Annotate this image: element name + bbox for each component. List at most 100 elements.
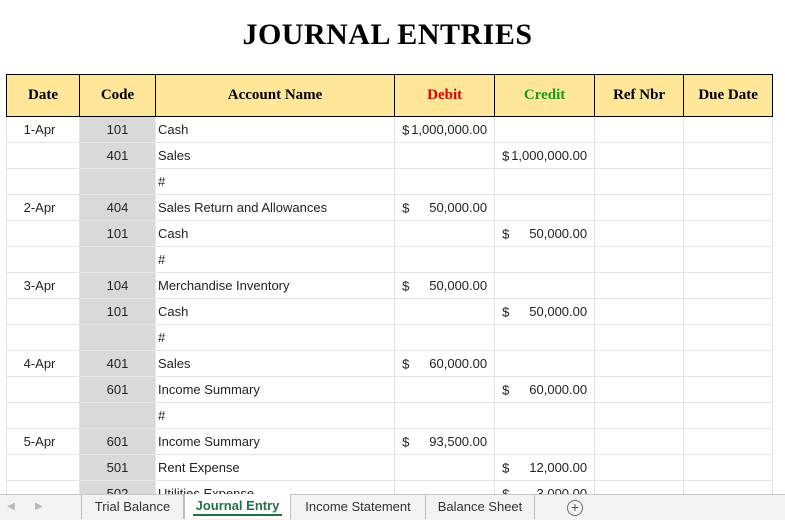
cell-due-date[interactable] xyxy=(683,376,774,403)
cell-date[interactable] xyxy=(6,454,80,481)
cell-credit[interactable] xyxy=(494,402,596,429)
cell-debit[interactable]: $1,000,000.00 xyxy=(394,116,496,143)
cell-account-name-overflow[interactable] xyxy=(330,480,396,494)
cell-code[interactable]: 601 xyxy=(79,376,156,403)
header-ref-nbr[interactable]: Ref Nbr xyxy=(594,74,685,117)
header-due-date[interactable]: Due Date xyxy=(683,74,774,117)
cell-due-date[interactable] xyxy=(683,272,774,299)
cell-code[interactable] xyxy=(79,324,156,351)
cell-ref-nbr[interactable] xyxy=(594,454,685,481)
cell-account-name[interactable]: Cash xyxy=(154,220,331,247)
cell-date[interactable]: 5-Apr xyxy=(6,428,80,455)
cell-account-name[interactable]: # xyxy=(154,246,331,273)
cell-date[interactable] xyxy=(6,324,80,351)
cell-account-name[interactable]: Income Summary xyxy=(154,428,331,455)
cell-account-name-overflow[interactable] xyxy=(330,168,396,195)
cell-date[interactable] xyxy=(6,298,80,325)
cell-due-date[interactable] xyxy=(683,428,774,455)
cell-ref-nbr[interactable] xyxy=(594,194,685,221)
cell-date[interactable] xyxy=(6,402,80,429)
cell-credit[interactable] xyxy=(494,324,596,351)
header-code[interactable]: Code xyxy=(79,74,156,117)
cell-debit[interactable] xyxy=(394,324,496,351)
cell-account-name[interactable]: # xyxy=(154,168,331,195)
cell-account-name[interactable]: Cash xyxy=(154,298,331,325)
cell-due-date[interactable] xyxy=(683,324,774,351)
cell-date[interactable] xyxy=(6,168,80,195)
cell-account-name[interactable]: Income Summary xyxy=(154,376,331,403)
cell-account-name-overflow[interactable] xyxy=(330,402,396,429)
header-date[interactable]: Date xyxy=(6,74,80,117)
cell-date[interactable] xyxy=(6,220,80,247)
cell-due-date[interactable] xyxy=(683,402,774,429)
cell-account-name-overflow[interactable] xyxy=(330,116,396,143)
cell-date[interactable]: 2-Apr xyxy=(6,194,80,221)
tab-balance-sheet[interactable]: Balance Sheet xyxy=(426,495,535,519)
cell-code[interactable]: 101 xyxy=(79,116,156,143)
cell-credit[interactable]: $12,000.00 xyxy=(494,454,596,481)
cell-ref-nbr[interactable] xyxy=(594,142,685,169)
cell-ref-nbr[interactable] xyxy=(594,298,685,325)
cell-account-name[interactable]: Sales Return and Allowances xyxy=(154,194,331,221)
cell-date[interactable]: 3-Apr xyxy=(6,272,80,299)
cell-account-name[interactable]: Sales xyxy=(154,350,331,377)
cell-due-date[interactable] xyxy=(683,298,774,325)
cell-date[interactable] xyxy=(6,480,80,494)
cell-code[interactable]: 502 xyxy=(79,480,156,494)
cell-account-name-overflow[interactable] xyxy=(330,376,396,403)
cell-credit[interactable]: $1,000,000.00 xyxy=(494,142,596,169)
cell-account-name-overflow[interactable] xyxy=(330,428,396,455)
chevron-right-icon[interactable]: ▶ xyxy=(32,499,46,515)
cell-code[interactable]: 601 xyxy=(79,428,156,455)
cell-credit[interactable]: $50,000.00 xyxy=(494,298,596,325)
cell-ref-nbr[interactable] xyxy=(594,220,685,247)
tab-trial-balance[interactable]: Trial Balance xyxy=(81,495,184,519)
cell-credit[interactable]: $60,000.00 xyxy=(494,376,596,403)
cell-date[interactable] xyxy=(6,376,80,403)
cell-due-date[interactable] xyxy=(683,454,774,481)
cell-account-name-overflow[interactable] xyxy=(330,454,396,481)
cell-due-date[interactable] xyxy=(683,194,774,221)
cell-credit[interactable]: $50,000.00 xyxy=(494,220,596,247)
cell-credit[interactable] xyxy=(494,428,596,455)
plus-circle-icon[interactable]: + xyxy=(567,500,583,516)
cell-due-date[interactable] xyxy=(683,142,774,169)
cell-ref-nbr[interactable] xyxy=(594,350,685,377)
cell-ref-nbr[interactable] xyxy=(594,168,685,195)
cell-account-name-overflow[interactable] xyxy=(330,246,396,273)
cell-date[interactable] xyxy=(6,246,80,273)
cell-debit[interactable] xyxy=(394,402,496,429)
cell-debit[interactable] xyxy=(394,168,496,195)
header-account-name[interactable]: Account Name xyxy=(154,74,396,117)
cell-code[interactable]: 104 xyxy=(79,272,156,299)
cell-credit[interactable] xyxy=(494,272,596,299)
cell-account-name[interactable]: Utilities Expense xyxy=(154,480,331,494)
worksheet[interactable]: JOURNAL ENTRIES Date Code Account Name D… xyxy=(0,0,785,494)
cell-credit[interactable] xyxy=(494,116,596,143)
tab-journal-entry[interactable]: Journal Entry xyxy=(184,494,291,519)
cell-ref-nbr[interactable] xyxy=(594,428,685,455)
cell-account-name[interactable]: Cash xyxy=(154,116,331,143)
cell-ref-nbr[interactable] xyxy=(594,246,685,273)
cell-credit[interactable]: $3,000.00 xyxy=(494,480,596,494)
cell-due-date[interactable] xyxy=(683,480,774,494)
cell-account-name[interactable]: # xyxy=(154,402,331,429)
cell-code[interactable]: 401 xyxy=(79,350,156,377)
cell-credit[interactable] xyxy=(494,168,596,195)
cell-account-name-overflow[interactable] xyxy=(330,324,396,351)
cell-account-name-overflow[interactable] xyxy=(330,298,396,325)
cell-due-date[interactable] xyxy=(683,246,774,273)
cell-due-date[interactable] xyxy=(683,168,774,195)
cell-code[interactable]: 101 xyxy=(79,220,156,247)
tab-income-statement[interactable]: Income Statement xyxy=(291,495,426,519)
cell-code[interactable] xyxy=(79,402,156,429)
cell-date[interactable]: 4-Apr xyxy=(6,350,80,377)
cell-debit[interactable] xyxy=(394,298,496,325)
cell-code[interactable] xyxy=(79,168,156,195)
cell-debit[interactable]: $50,000.00 xyxy=(394,194,496,221)
cell-due-date[interactable] xyxy=(683,116,774,143)
cell-credit[interactable] xyxy=(494,194,596,221)
cell-debit[interactable]: $93,500.00 xyxy=(394,428,496,455)
cell-ref-nbr[interactable] xyxy=(594,376,685,403)
cell-ref-nbr[interactable] xyxy=(594,324,685,351)
